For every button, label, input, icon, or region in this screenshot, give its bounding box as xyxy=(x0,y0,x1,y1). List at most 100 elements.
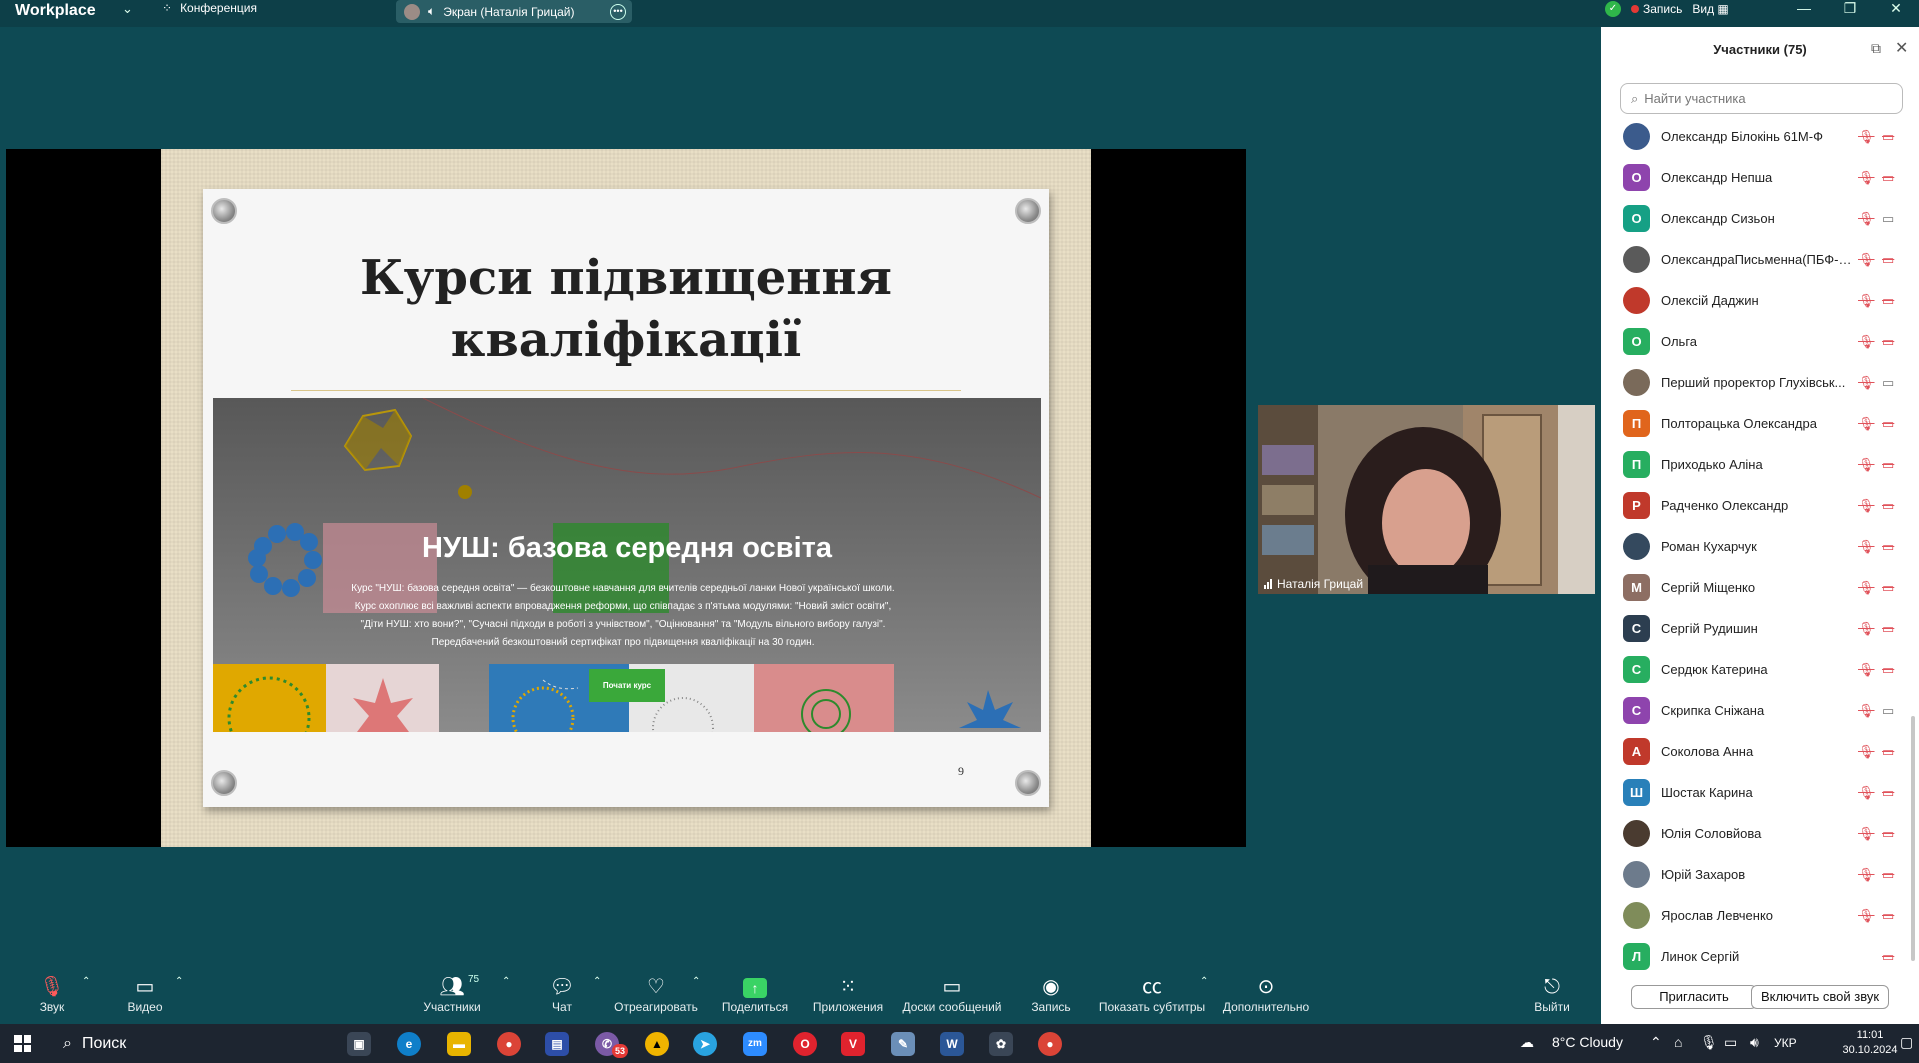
camera-icon[interactable]: ▭ xyxy=(1882,211,1894,227)
muted-mic-icon[interactable]: 🎙︎ xyxy=(1858,539,1875,555)
security-shield-icon[interactable]: ✓ xyxy=(1605,1,1621,17)
share-button[interactable]: ↑ Поделиться xyxy=(705,974,805,1014)
whiteboards-button[interactable]: ▭ Доски сообщений xyxy=(896,974,1008,1014)
taskbar-search[interactable]: ⌕ Поиск xyxy=(51,1024,339,1063)
chrome-icon[interactable]: ● xyxy=(1038,1032,1062,1056)
muted-mic-icon[interactable]: 🎙︎ xyxy=(1858,826,1875,842)
mic-icon[interactable]: 🎙︎ xyxy=(1700,1034,1718,1051)
camera-off-icon[interactable]: ▭ xyxy=(1882,744,1894,760)
file-explorer-icon[interactable]: ▬ xyxy=(447,1032,471,1056)
muted-mic-icon[interactable]: 🎙︎ xyxy=(1858,908,1875,924)
participant-row[interactable]: Юлія Соловйова 🎙︎ ▭ xyxy=(1601,813,1919,854)
minimize-icon[interactable]: — xyxy=(1784,0,1824,16)
participant-row[interactable]: С Сердюк Катерина 🎙︎ ▭ xyxy=(1601,649,1919,690)
camera-off-icon[interactable]: ▭ xyxy=(1882,908,1894,924)
camera-off-icon[interactable]: ▭ xyxy=(1882,867,1894,883)
chevron-down-icon[interactable]: ⌄ xyxy=(122,1,133,17)
participant-row[interactable]: Роман Кухарчук 🎙︎ ▭ xyxy=(1601,526,1919,567)
close-icon[interactable]: ✕ xyxy=(1876,0,1916,17)
participant-row[interactable]: Р Радченко Олександр 🎙︎ ▭ xyxy=(1601,485,1919,526)
participant-row[interactable]: О Олександр Непша 🎙︎ ▭ xyxy=(1601,157,1919,198)
camera-off-icon[interactable]: ▭ xyxy=(1882,129,1894,145)
chevron-up-icon[interactable]: ⌃ xyxy=(175,976,183,987)
camera-off-icon[interactable]: ▭ xyxy=(1882,498,1894,514)
weather-label[interactable]: 8°C Cloudy xyxy=(1552,1034,1623,1050)
task-view-icon[interactable]: ▣ xyxy=(347,1032,371,1056)
camera-off-icon[interactable]: ▭ xyxy=(1882,252,1894,268)
muted-mic-icon[interactable]: 🎙︎ xyxy=(1858,498,1875,514)
zoom-icon[interactable]: zm xyxy=(743,1032,767,1056)
participant-row[interactable]: ОлександраПисьменна(ПБФ-5... 🎙︎ ▭ xyxy=(1601,239,1919,280)
telegram-icon[interactable]: ➤ xyxy=(693,1032,717,1056)
muted-mic-icon[interactable]: 🎙︎ xyxy=(1858,662,1875,678)
camera-off-icon[interactable]: ▭ xyxy=(1882,826,1894,842)
opera-icon[interactable]: O xyxy=(793,1032,817,1056)
muted-mic-icon[interactable]: 🎙︎ xyxy=(1858,375,1875,391)
camera-off-icon[interactable]: ▭ xyxy=(1882,621,1894,637)
leave-button[interactable]: ⎋ Выйти xyxy=(1502,974,1602,1014)
camera-off-icon[interactable]: ▭ xyxy=(1882,949,1894,965)
chevron-up-icon[interactable]: ⌃ xyxy=(1200,976,1208,987)
weather-icon[interactable]: ☁ xyxy=(1520,1034,1534,1051)
word-icon[interactable]: W xyxy=(940,1032,964,1056)
display-icon[interactable]: ▭ xyxy=(1724,1034,1737,1051)
chrome-icon[interactable]: ● xyxy=(497,1032,521,1056)
camera-off-icon[interactable]: ▭ xyxy=(1882,785,1894,801)
record-button[interactable]: ◉ Запись xyxy=(1001,974,1101,1014)
participant-row[interactable]: П Полторацька Олександра 🎙︎ ▭ xyxy=(1601,403,1919,444)
chevron-up-icon[interactable]: ⌃ xyxy=(1650,1034,1662,1051)
participant-row[interactable]: Ярослав Левченко 🎙︎ ▭ xyxy=(1601,895,1919,936)
muted-mic-icon[interactable]: 🎙︎ xyxy=(1858,785,1875,801)
clock[interactable]: 11:01 30.10.2024 xyxy=(1840,1028,1900,1058)
chevron-up-icon[interactable]: ⌃ xyxy=(82,976,90,987)
shared-screen-indicator[interactable]: 🔈︎ Экран (Наталія Грицай) ••• xyxy=(396,0,632,23)
participant-row[interactable]: С Сергій Рудишин 🎙︎ ▭ xyxy=(1601,608,1919,649)
muted-mic-icon[interactable]: 🎙︎ xyxy=(1858,129,1875,145)
muted-mic-icon[interactable]: 🎙︎ xyxy=(1858,867,1875,883)
view-menu[interactable]: Вид ▦ xyxy=(1692,2,1728,16)
muted-mic-icon[interactable]: 🎙︎ xyxy=(1858,621,1875,637)
participant-row[interactable]: Олександр Білокінь 61М-Ф 🎙︎ ▭ xyxy=(1601,116,1919,157)
participant-row[interactable]: Л Линок Сергій ▭ xyxy=(1601,936,1919,977)
chevron-up-icon[interactable]: ⌃ xyxy=(692,976,700,987)
participant-row[interactable]: А Соколова Анна 🎙︎ ▭ xyxy=(1601,731,1919,772)
chevron-up-icon[interactable]: ⌃ xyxy=(502,976,510,987)
participant-row[interactable]: Ш Шостак Карина 🎙︎ ▭ xyxy=(1601,772,1919,813)
camera-off-icon[interactable]: ▭ xyxy=(1882,539,1894,555)
muted-mic-icon[interactable]: 🎙︎ xyxy=(1858,293,1875,309)
muted-mic-icon[interactable]: 🎙︎ xyxy=(1858,170,1875,186)
save-icon[interactable]: ▤ xyxy=(545,1032,569,1056)
chat-button[interactable]: 💬︎ Чат ⌃ xyxy=(512,974,612,1014)
app-icon[interactable]: ▲ xyxy=(645,1032,669,1056)
maximize-icon[interactable]: ❐ xyxy=(1830,0,1870,17)
camera-off-icon[interactable]: ▭ xyxy=(1882,416,1894,432)
language-label[interactable]: УКР xyxy=(1774,1036,1797,1050)
volume-icon[interactable]: 🔊︎ xyxy=(1750,1034,1759,1051)
more-icon[interactable]: ••• xyxy=(610,3,626,20)
muted-mic-icon[interactable]: 🎙︎ xyxy=(1858,744,1875,760)
participant-row[interactable]: О Олександр Сизьон 🎙︎ ▭ xyxy=(1601,198,1919,239)
windows-start-icon[interactable] xyxy=(14,1035,31,1052)
react-button[interactable]: ♡ Отреагировать ⌃ xyxy=(606,974,706,1014)
participant-row[interactable]: Олексій Даджин 🎙︎ ▭ xyxy=(1601,280,1919,321)
participant-row[interactable]: М Сергій Міщенко 🎙︎ ▭ xyxy=(1601,567,1919,608)
participant-video[interactable]: Наталія Грицай xyxy=(1258,405,1595,594)
muted-mic-icon[interactable]: 🎙︎ xyxy=(1858,211,1875,227)
participant-row[interactable]: П Приходько Аліна 🎙︎ ▭ xyxy=(1601,444,1919,485)
camera-off-icon[interactable]: ▭ xyxy=(1882,457,1894,473)
close-icon[interactable]: ✕ xyxy=(1895,38,1908,58)
network-icon[interactable]: ⌂ xyxy=(1674,1034,1682,1050)
audio-button[interactable]: 🎙︎ Звук ⌃ xyxy=(2,974,102,1014)
paint-icon[interactable]: ✎ xyxy=(891,1032,915,1056)
conference-menu[interactable]: ⁘ Конференция xyxy=(162,1,257,15)
edge-icon[interactable]: e xyxy=(397,1032,421,1056)
vivaldi-icon[interactable]: V xyxy=(841,1032,865,1056)
camera-icon[interactable]: ▭ xyxy=(1882,375,1894,391)
muted-mic-icon[interactable]: 🎙︎ xyxy=(1858,457,1875,473)
chevron-up-icon[interactable]: ⌃ xyxy=(593,976,601,987)
participant-row[interactable]: Юрій Захаров 🎙︎ ▭ xyxy=(1601,854,1919,895)
camera-off-icon[interactable]: ▭ xyxy=(1882,662,1894,678)
participant-search-input[interactable]: ⌕ Найти участника xyxy=(1620,83,1903,114)
camera-off-icon[interactable]: ▭ xyxy=(1882,580,1894,596)
apps-button[interactable]: ⁙ Приложения xyxy=(798,974,898,1014)
